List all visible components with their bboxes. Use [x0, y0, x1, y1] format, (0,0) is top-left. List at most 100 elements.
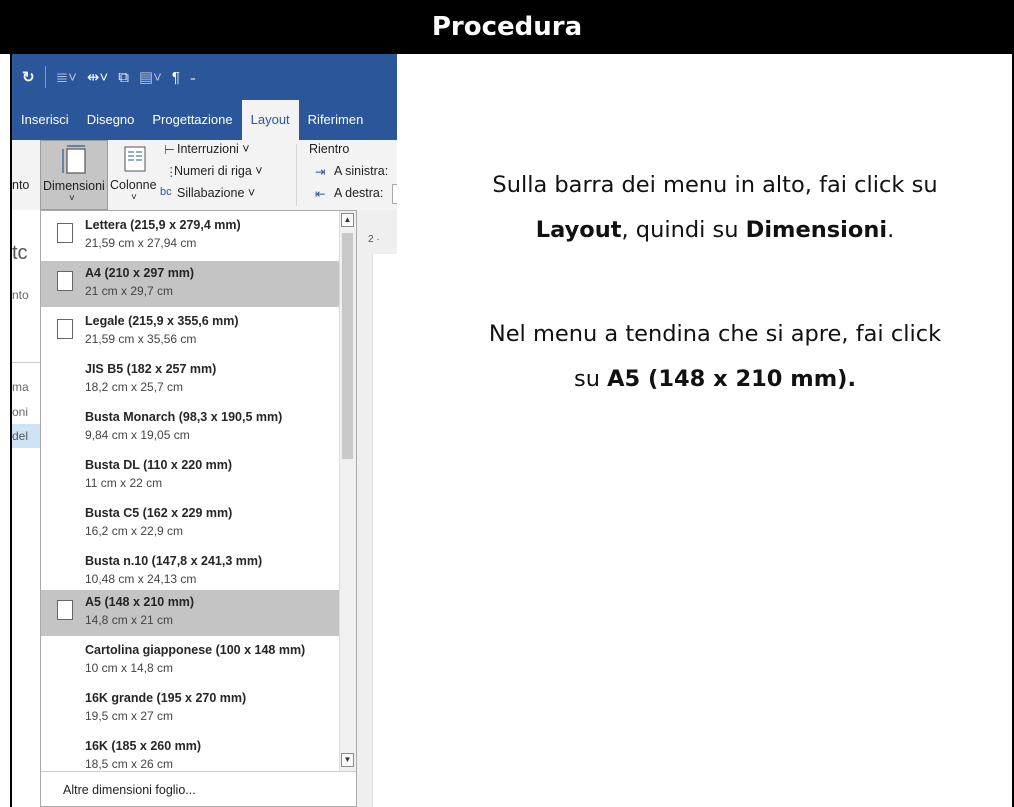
header-bar: Procedura [0, 0, 1014, 54]
item-size: 21,59 cm x 27,94 cm [85, 236, 197, 250]
dimensioni-button[interactable]: Dimensioni ˅ [40, 140, 108, 210]
chevron-down-icon: ˅ [131, 192, 137, 203]
indent-right-field[interactable] [392, 184, 397, 204]
item-size: 21,59 cm x 35,56 cm [85, 332, 197, 346]
a-sinistra-label: A sinistra: [334, 164, 389, 178]
sillabazione-button[interactable]: Sillabazione ˅ [177, 186, 255, 200]
print-layout-icon[interactable]: ⧉ [118, 69, 129, 86]
keyword-layout: Layout [535, 217, 622, 243]
instruction-line: Sulla barra dei menu in alto, fai click … [492, 172, 938, 198]
colonne-label: Colonne [110, 178, 157, 192]
scrollbar-thumb[interactable] [342, 233, 353, 459]
indent-left-icon: ⇥ [315, 165, 326, 179]
item-title: Busta n.10 (147,8 x 241,3 mm) [85, 554, 263, 568]
page-icon [57, 319, 73, 339]
instruction-line: Layout, quindi su Dimensioni. [420, 208, 1010, 253]
instruction-line: su A5 (148 x 210 mm). [420, 357, 1010, 402]
dropdown-scrollbar[interactable]: ▲ ▼ [339, 211, 356, 771]
document-page [372, 254, 397, 807]
item-size: 11 cm x 22 cm [85, 476, 163, 490]
menu-item-busta-c5[interactable]: Busta C5 (162 x 229 mm) 16,2 cm x 22,9 c… [41, 501, 339, 547]
item-size: 10,48 cm x 24,13 cm [85, 572, 197, 586]
item-size: 18,5 cm x 26 cm [85, 757, 174, 771]
hyphenation-icon: bc [160, 186, 172, 198]
a-destra-label: A destra: [334, 186, 384, 200]
menu-item-a4[interactable]: A4 (210 x 297 mm) 21 cm x 29,7 cm [41, 261, 339, 307]
ruler-text: 2 · [368, 234, 380, 245]
doc-fragment-text: nto [12, 288, 29, 302]
page-icon [57, 600, 73, 620]
dimensioni-dropdown: Lettera (215,9 x 279,4 mm) 21,59 cm x 27… [40, 210, 357, 807]
item-size: 19,5 cm x 27 cm [85, 709, 174, 723]
redo-icon[interactable]: ↻ [22, 68, 35, 86]
page-icon [57, 271, 73, 291]
instruction-text: , quindi su [621, 217, 746, 243]
item-size: 18,2 cm x 25,7 cm [85, 380, 184, 394]
interruzioni-button[interactable]: Interruzioni ˅ [177, 142, 250, 156]
doc-fragment-text: tc [12, 242, 28, 264]
chevron-down-icon: ˅ [69, 193, 75, 204]
page-size-icon [62, 145, 86, 174]
ribbon-tabs: Inserisci Disegno Progettazione Layout R… [12, 100, 397, 140]
keyword-dimensioni: Dimensioni [745, 217, 888, 243]
divider [12, 362, 40, 363]
menu-item-a5[interactable]: A5 (148 x 210 mm) 14,8 cm x 21 cm [41, 590, 339, 636]
item-title: Busta Monarch (98,3 x 190,5 mm) [85, 410, 283, 424]
menu-item-busta-dl[interactable]: Busta DL (110 x 220 mm) 11 cm x 22 cm [41, 453, 339, 499]
menu-item-cartolina-giapponese[interactable]: Cartolina giapponese (100 x 148 mm) 10 c… [41, 638, 339, 684]
header-title: Procedura [431, 12, 583, 42]
menu-item-lettera[interactable]: Lettera (215,9 x 279,4 mm) 21,59 cm x 27… [41, 213, 339, 259]
menu-item-legale[interactable]: Legale (215,9 x 355,6 mm) 21,59 cm x 35,… [41, 309, 339, 355]
item-size: 14,8 cm x 21 cm [85, 613, 174, 627]
columns-icon [124, 146, 146, 172]
item-title: Legale (215,9 x 355,6 mm) [85, 314, 239, 328]
item-title: Busta C5 (162 x 229 mm) [85, 506, 233, 520]
numbering-icon[interactable]: ≣˅ [56, 68, 77, 86]
breaks-icon: ⊢ [164, 143, 175, 157]
pilcrow-icon[interactable]: ¶ [172, 69, 180, 86]
item-size: 9,84 cm x 19,05 cm [85, 428, 190, 442]
tab-inserisci[interactable]: Inserisci [12, 100, 78, 140]
orientamento-label[interactable]: nto [12, 178, 29, 192]
document-left-area: tc nto ma oni del [12, 210, 40, 807]
item-title: Cartolina giapponese (100 x 148 mm) [85, 643, 306, 657]
tab-progettazione[interactable]: Progettazione [143, 100, 241, 140]
scroll-up-icon[interactable]: ▲ [341, 213, 354, 227]
keyword-a5: A5 (148 x 210 mm). [607, 366, 856, 392]
altre-dimensioni-item[interactable]: Altre dimensioni foglio... [41, 771, 356, 807]
shading-icon[interactable]: ▤˅ [139, 68, 162, 86]
doc-fragment-text: ma [12, 380, 29, 394]
item-title: Lettera (215,9 x 279,4 mm) [85, 218, 241, 232]
indent-right-icon: ⇤ [315, 187, 326, 201]
ribbon-separator [296, 144, 297, 206]
doc-fragment-text: del [12, 429, 29, 443]
instruction-step-2: Nel menu a tendina che si apre, fai clic… [420, 312, 1010, 402]
toolbar-separator [44, 66, 46, 88]
item-title: 16K (185 x 260 mm) [85, 739, 202, 753]
quick-access-toolbar: ↻ ≣˅ ⇹˅ ⧉ ▤˅ ¶ ₌ [12, 54, 397, 100]
item-title: A4 (210 x 297 mm) [85, 266, 195, 280]
instruction-text: su [574, 366, 608, 392]
dimensioni-label: Dimensioni [43, 179, 105, 193]
item-title: A5 (148 x 210 mm) [85, 595, 195, 609]
numeri-riga-button[interactable]: Numeri di riga ˅ [174, 164, 263, 178]
menu-item-jis-b5[interactable]: JIS B5 (182 x 257 mm) 18,2 cm x 25,7 cm [41, 357, 339, 403]
scroll-down-icon[interactable]: ▼ [341, 753, 354, 767]
tab-layout[interactable]: Layout [241, 100, 299, 140]
doc-fragment-text: oni [12, 405, 29, 419]
tab-disegno[interactable]: Disegno [78, 100, 144, 140]
item-title: Busta DL (110 x 220 mm) [85, 458, 233, 472]
item-size: 16,2 cm x 22,9 cm [85, 524, 184, 538]
word-screenshot: ↻ ≣˅ ⇹˅ ⧉ ▤˅ ¶ ₌ Inserisci Disegno Proge… [12, 54, 397, 807]
altre-dimensioni-label: Altre dimensioni foglio... [63, 783, 196, 797]
instruction-text: . [887, 217, 895, 243]
menu-item-busta-n10[interactable]: Busta n.10 (147,8 x 241,3 mm) 10,48 cm x… [41, 549, 339, 595]
instruction-line: Nel menu a tendina che si apre, fai clic… [488, 321, 942, 347]
item-size: 21 cm x 29,7 cm [85, 284, 174, 298]
page-icon [57, 223, 73, 243]
column-insert-icon[interactable]: ⇹˅ [87, 68, 108, 86]
menu-item-16k-grande[interactable]: 16K grande (195 x 270 mm) 19,5 cm x 27 c… [41, 686, 339, 732]
tab-riferimenti[interactable]: Riferimen [299, 100, 373, 140]
menu-item-busta-monarch[interactable]: Busta Monarch (98,3 x 190,5 mm) 9,84 cm … [41, 405, 339, 451]
customize-toolbar-icon[interactable]: ₌ [190, 71, 196, 84]
